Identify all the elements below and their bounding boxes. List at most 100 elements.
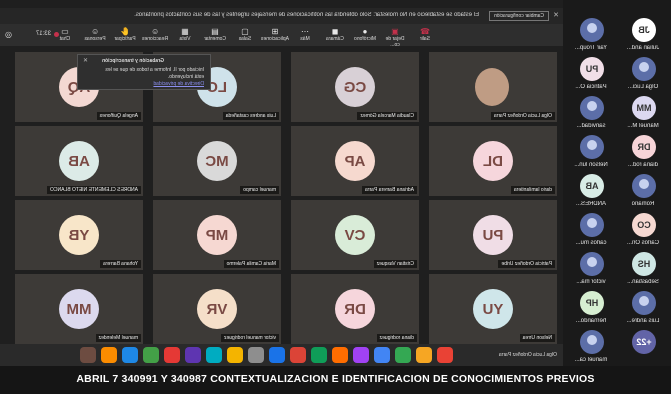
participant-video-tile[interactable]: YU Nelson Urrea xyxy=(429,274,557,344)
participant-name-label: Angela Quiñones xyxy=(96,112,141,120)
participant-video-tile[interactable]: AP Adriana Barrera Parra xyxy=(291,126,419,196)
recording-dot-icon xyxy=(54,32,59,37)
roster-participant[interactable]: victor ma... xyxy=(565,248,617,292)
roster-name: Nelson lun... xyxy=(574,162,608,168)
participant-video-tile[interactable]: YB Yohana Barrera xyxy=(15,200,143,270)
roster-name: Carlos Ori... xyxy=(627,240,660,246)
participant-initials-avatar: YB xyxy=(59,215,99,255)
dock-app-icon[interactable] xyxy=(269,347,285,363)
toolbar-view-button[interactable]: ▦ Vista xyxy=(171,27,199,45)
participant-name-label: manuel campo xyxy=(240,186,279,194)
toolbar-people-button[interactable]: ☺ Personas xyxy=(81,27,109,45)
participant-video-tile[interactable]: CG Claudia Marcela Gómez xyxy=(291,52,419,122)
roster-participant[interactable]: Olga Luci... xyxy=(617,53,669,97)
toolbar-leave-button[interactable]: ☎ Salir xyxy=(411,27,439,45)
roster-participant[interactable]: JB Julian and... xyxy=(617,14,669,58)
roster-participant[interactable]: HP hernando... xyxy=(565,287,617,331)
toolbar-label: Cámara xyxy=(326,36,344,42)
roster-participant[interactable]: HS Sebastian... xyxy=(617,248,669,292)
roster-name: ANDRES... xyxy=(576,201,607,207)
participant-video-tile[interactable]: AB ANDRES CLEMENTE NIETO BLANCO xyxy=(15,126,143,196)
participant-name-label: Olga Lucia Ordoñez Parra xyxy=(490,112,555,120)
toolbar-apps-button[interactable]: ⊞ Aplicaciones xyxy=(261,27,289,45)
close-popup-icon[interactable]: ✕ xyxy=(83,57,88,64)
dock-app-icon[interactable] xyxy=(206,347,222,363)
participant-name-label: Patricia Ordoñez Uribe xyxy=(498,260,555,268)
participant-name-label: Maria Camila Palermo xyxy=(223,260,279,268)
dock-app-icon[interactable] xyxy=(164,347,180,363)
participant-video-tile[interactable]: PU Patricia Ordoñez Uribe xyxy=(429,200,557,270)
participant-video-tile[interactable]: MP Maria Camila Palermo xyxy=(153,200,281,270)
roster-participant[interactable]: Romario xyxy=(617,170,669,214)
roster-participant[interactable]: MM Manuel M... xyxy=(617,92,669,136)
roster-participant[interactable]: AB ANDRES... xyxy=(565,170,617,214)
toolbar-camera-button[interactable]: ◼ Cámara xyxy=(321,27,349,45)
participant-video-tile[interactable]: MC manuel campo xyxy=(153,126,281,196)
toolbar-raise-hand-button[interactable]: ✋ Participar xyxy=(111,27,139,45)
toolbar-reaction-button[interactable]: ☺ Reacciones xyxy=(141,27,169,45)
toolbar-more-button[interactable]: ⋯ Más xyxy=(291,27,319,45)
participant-initials-avatar: MM xyxy=(59,289,99,329)
more-icon: ⋯ xyxy=(301,27,309,36)
toolbar-rooms-button[interactable]: ▢ Salas xyxy=(231,27,259,45)
dock-app-icon[interactable] xyxy=(437,347,453,363)
notes-icon: ▤ xyxy=(211,27,219,36)
microphone-icon: ● xyxy=(362,27,368,36)
toolbar-notes-button[interactable]: ▤ Comentar xyxy=(201,27,229,45)
roster-participant[interactable]: manuel ca... xyxy=(565,326,617,370)
roster-participant[interactable]: PU Patricia O... xyxy=(565,53,617,97)
avatar: MM xyxy=(632,96,656,120)
roster-name: hernando... xyxy=(575,318,607,324)
dock-app-icon[interactable] xyxy=(416,347,432,363)
dock-app-icon[interactable] xyxy=(353,347,369,363)
dock-app-icon[interactable] xyxy=(248,347,264,363)
toolbar-share-stop-button[interactable]: ▣ Dejar de co... xyxy=(381,27,409,48)
participant-video-tile[interactable]: MM manuel Melendez xyxy=(15,274,143,344)
participant-initials-avatar: MP xyxy=(197,215,237,255)
recording-notice-popup: Grabación y transcripción Iniciado por I… xyxy=(77,54,211,90)
avatar xyxy=(632,291,656,315)
roster-participant[interactable]: DR diana rod... xyxy=(617,131,669,175)
participant-video-tile[interactable]: DR diana rodriguez xyxy=(291,274,419,344)
participant-name-label: victor manuel rodriguez xyxy=(221,334,279,342)
toolbar-label: Vista xyxy=(179,36,191,42)
dock-app-icon[interactable] xyxy=(101,347,117,363)
meeting-toolbar: ▭ Chat ☺ Personas ✋ Participar ☺ Reacciones ▦ Vis… xyxy=(0,24,563,48)
toolbar-label: Aplicaciones xyxy=(260,36,289,42)
roster-participant[interactable]: carlos mu... xyxy=(565,209,617,253)
dock-app-icon[interactable] xyxy=(227,347,243,363)
privacy-policy-link[interactable]: Directiva de privacidad xyxy=(153,81,204,87)
dock-app-icon[interactable] xyxy=(290,347,306,363)
participant-video-tile[interactable]: VR victor manuel rodriguez xyxy=(153,274,281,344)
roster-participant[interactable]: Luis andre... xyxy=(617,287,669,331)
roster-name: manuel ca... xyxy=(574,357,608,363)
dock-app-icon[interactable] xyxy=(374,347,390,363)
raise-hand-icon: ✋ xyxy=(120,27,130,36)
toolbar-microphone-button[interactable]: ● Micrófono xyxy=(351,27,379,45)
participant-video-tile[interactable]: DL dario lamilantiera xyxy=(429,126,557,196)
dock-app-icon[interactable] xyxy=(122,347,138,363)
dock-app-icon[interactable] xyxy=(143,347,159,363)
dock-app-icon[interactable] xyxy=(395,347,411,363)
people-icon: ☺ xyxy=(90,27,100,36)
roster-participant[interactable]: +22 xyxy=(617,326,669,370)
dock-app-icon[interactable] xyxy=(311,347,327,363)
roster-participant[interactable]: CO Carlos Ori... xyxy=(617,209,669,253)
more-participants-badge: +22 xyxy=(632,330,656,354)
dock-app-icon[interactable] xyxy=(80,347,96,363)
close-notice-icon[interactable]: ✕ xyxy=(553,11,559,19)
roster-participant[interactable]: sanvidad... xyxy=(565,92,617,136)
share-stop-icon: ▣ xyxy=(391,27,399,36)
participant-initials-avatar: CG xyxy=(335,67,375,107)
timer: 33:17 xyxy=(35,31,51,37)
roster-name: Patricia O... xyxy=(575,84,607,90)
participant-video-tile[interactable]: Olga Lucia Ordoñez Parra xyxy=(429,52,557,122)
roster-participant[interactable]: Nelson lun... xyxy=(565,131,617,175)
dock-app-icon[interactable] xyxy=(185,347,201,363)
participant-video-tile[interactable]: CV Cristian Vasquez xyxy=(291,200,419,270)
notice-settings-button[interactable]: Cambiar configuración xyxy=(488,11,549,21)
dock-app-icon[interactable] xyxy=(332,347,348,363)
roster-participant[interactable]: Yair Troup... xyxy=(565,14,617,58)
presenter-label: Olga Lucia Ordoñez Parra xyxy=(498,352,557,358)
participant-name-label: Adriana Barrera Parra xyxy=(362,186,417,194)
